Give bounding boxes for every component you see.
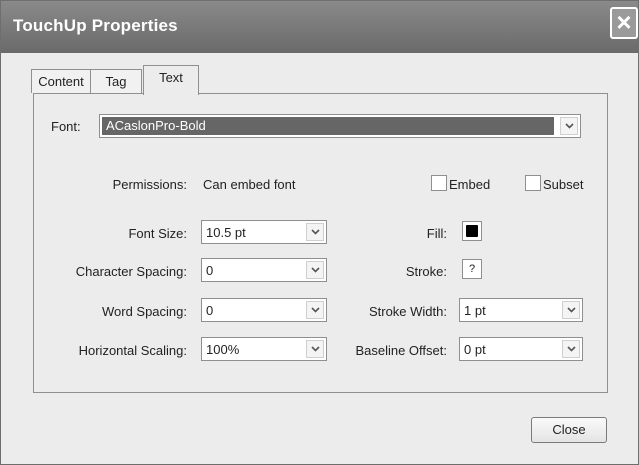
baseline-offset-value: 0 pt [464, 342, 486, 357]
embed-label: Embed [449, 177, 491, 192]
chevron-down-icon[interactable] [560, 117, 578, 135]
stroke-value: ? [468, 263, 476, 275]
permissions-label: Permissions: [112, 177, 187, 192]
tab-text-label: Text [159, 70, 183, 85]
title-bar[interactable]: TouchUp Properties × [1, 1, 638, 53]
touchup-properties-dialog: TouchUp Properties × Content Tag Text Fo… [0, 0, 639, 465]
close-window-icon[interactable]: × [610, 7, 638, 39]
embed-checkbox[interactable] [431, 175, 447, 191]
chevron-down-icon[interactable] [306, 340, 324, 358]
subset-checkbox[interactable] [525, 175, 541, 191]
font-dropdown[interactable]: ACaslonPro-Bold [99, 114, 581, 138]
font-size-value: 10.5 pt [206, 225, 246, 240]
stroke-width-value: 1 pt [464, 303, 486, 318]
character-spacing-value: 0 [206, 263, 214, 278]
font-label: Font: [51, 119, 81, 134]
baseline-offset-dropdown[interactable]: 0 pt [459, 337, 583, 361]
font-size-dropdown[interactable]: 10.5 pt [201, 220, 327, 244]
fill-color-swatch[interactable] [462, 221, 482, 241]
word-spacing-dropdown[interactable]: 0 [201, 298, 327, 322]
word-spacing-value: 0 [206, 303, 214, 318]
stroke-label: Stroke: [405, 264, 447, 279]
tab-content[interactable]: Content [31, 69, 91, 93]
permissions-value: Can embed font [203, 177, 296, 192]
font-value: ACaslonPro-Bold [106, 118, 206, 133]
horizontal-scaling-value: 100% [206, 342, 240, 357]
tab-tag[interactable]: Tag [90, 69, 142, 93]
stroke-width-dropdown[interactable]: 1 pt [459, 298, 583, 322]
close-button[interactable]: Close [531, 417, 607, 443]
fill-color-icon [466, 225, 478, 237]
chevron-down-icon[interactable] [562, 340, 580, 358]
character-spacing-dropdown[interactable]: 0 [201, 258, 327, 282]
chevron-down-icon[interactable] [306, 223, 324, 241]
stroke-color-swatch[interactable]: ? [462, 259, 482, 279]
character-spacing-label: Character Spacing: [75, 264, 187, 279]
dialog-title: TouchUp Properties [13, 16, 178, 35]
horizontal-scaling-dropdown[interactable]: 100% [201, 337, 327, 361]
chevron-down-icon[interactable] [562, 301, 580, 319]
horizontal-scaling-label: Horizontal Scaling: [78, 343, 187, 358]
tab-text[interactable]: Text [143, 65, 199, 95]
tab-content-label: Content [38, 74, 84, 89]
chevron-down-icon[interactable] [306, 301, 324, 319]
tab-tag-label: Tag [105, 74, 127, 89]
word-spacing-label: Word Spacing: [101, 304, 187, 319]
font-size-label: Font Size: [128, 226, 187, 241]
baseline-offset-label: Baseline Offset: [355, 343, 447, 358]
stroke-width-label: Stroke Width: [368, 304, 447, 319]
chevron-down-icon[interactable] [306, 261, 324, 279]
subset-label: Subset [543, 177, 584, 192]
fill-label: Fill: [426, 226, 447, 241]
